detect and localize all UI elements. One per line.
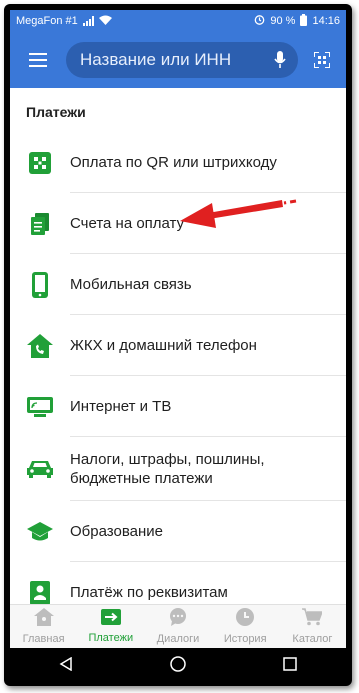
nav-label: Каталог [292,633,333,645]
chat-icon [168,608,188,631]
nav-label: Главная [22,633,65,645]
requisites-icon [10,580,70,605]
search-bar[interactable] [66,42,298,78]
signal-icon [82,16,94,26]
list-item-utilities[interactable]: ЖКХ и домашний телефон [10,315,346,376]
microphone-icon[interactable] [274,51,286,69]
annotation-arrow-icon [180,199,297,228]
nav-payments[interactable]: Платежи [77,605,144,648]
list-item-education[interactable]: Образование [10,501,346,562]
mobile-phone-icon [10,271,70,298]
nav-label: История [223,633,267,645]
nav-home[interactable]: Главная [10,605,77,648]
menu-icon[interactable] [18,40,58,80]
nav-label: Платежи [88,632,134,644]
status-bar: MegaFon #1 90 % 14:16 [10,10,346,32]
qr-scan-icon [10,151,70,174]
alarm-icon [254,14,265,28]
list-item-qr-payment[interactable]: Оплата по QR или штрихкоду [10,132,346,193]
list-item-label: ЖКХ и домашний телефон [70,337,257,354]
carrier-name: MegaFon #1 [16,15,78,27]
house-phone-icon [10,333,70,358]
list-item-label: Налоги, штрафы, пошлины, бюджетные плате… [70,451,265,487]
recent-apps-icon[interactable] [270,650,310,678]
system-navigation-bar [10,648,346,680]
clock-time: 14:16 [312,15,340,27]
phone-screen: MegaFon #1 90 % 14:16 Название или ИНН П… [10,10,346,680]
payments-content: Платежи Оплата по QR или штрихкоду Счета… [10,88,346,610]
list-item-taxes[interactable]: Налоги, штрафы, пошлины, бюджетные плате… [10,437,346,501]
section-title: Платежи [26,104,86,120]
tv-icon [10,396,70,417]
search-input[interactable] [80,50,260,70]
app-header [10,32,346,88]
graduation-cap-icon [10,521,70,542]
list-item-label: Мобильная связь [70,276,192,293]
phone-frame: MegaFon #1 90 % 14:16 Название или ИНН П… [4,4,352,686]
nav-label: Диалоги [156,633,200,645]
home-icon [33,608,54,631]
qr-scanner-icon[interactable] [314,52,330,68]
wifi-icon [98,15,112,28]
back-icon[interactable] [46,650,86,678]
list-item-internet-tv[interactable]: Интернет и ТВ [10,376,346,437]
home-circle-icon[interactable] [158,650,198,678]
battery-icon [300,13,308,29]
car-icon [10,460,70,478]
list-item-label: Платёж по реквизитам [70,584,228,601]
list-item-label: Образование [70,523,163,540]
list-item-mobile[interactable]: Мобильная связь [10,254,346,315]
nav-catalog[interactable]: Каталог [279,605,346,648]
invoices-icon [10,212,70,235]
list-item-label: Интернет и ТВ [70,398,172,415]
bottom-navigation: Главная Платежи Диалоги История Каталог [10,604,346,648]
list-item-label: Оплата по QR или штрихкоду [70,154,277,171]
cart-icon [302,608,324,631]
clock-icon [236,608,255,631]
nav-history[interactable]: История [212,605,279,648]
nav-dialogs[interactable]: Диалоги [144,605,211,648]
payments-arrow-icon [100,609,121,630]
battery-percent: 90 % [270,15,296,27]
